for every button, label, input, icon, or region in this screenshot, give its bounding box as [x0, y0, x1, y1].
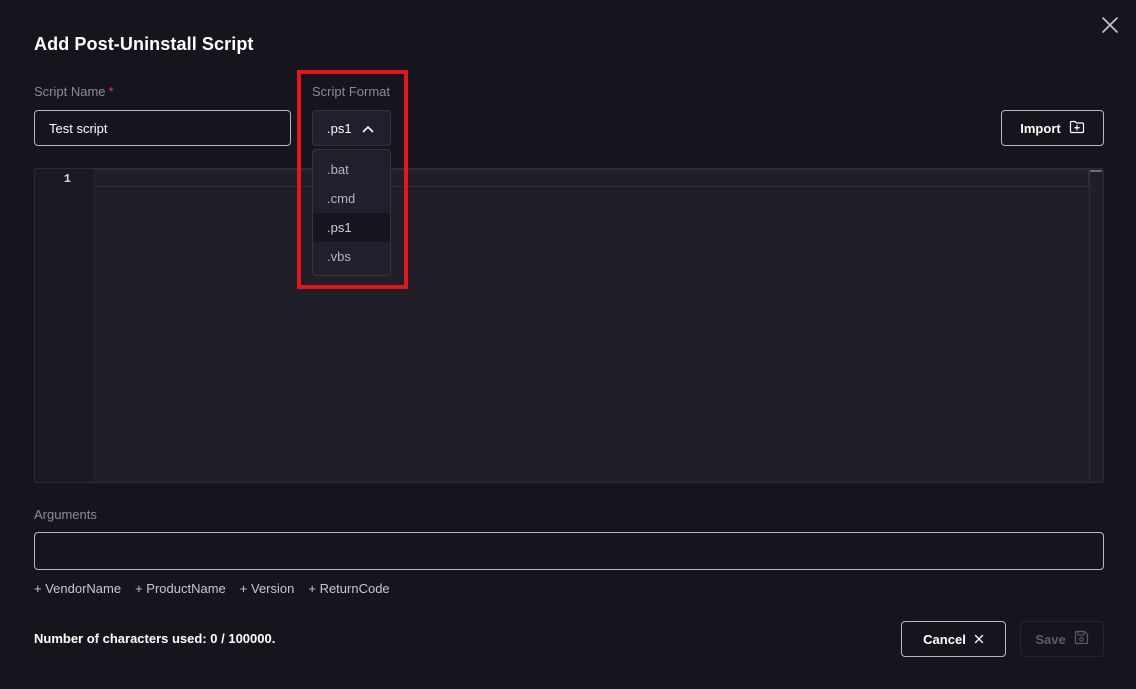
cancel-button[interactable]: Cancel [901, 621, 1006, 657]
chevron-up-icon [362, 121, 374, 136]
save-button-label: Save [1035, 631, 1066, 647]
script-format-label: Script Format [312, 84, 391, 99]
script-name-input[interactable] [34, 110, 291, 146]
import-button-label: Import [1020, 120, 1061, 136]
format-option-cmd[interactable]: .cmd [313, 184, 390, 213]
code-editor[interactable]: 1 [34, 168, 1104, 483]
save-icon [1074, 630, 1089, 648]
import-button[interactable]: Import [1001, 110, 1104, 146]
close-icon[interactable] [1100, 15, 1120, 35]
format-option-bat[interactable]: .bat [313, 155, 390, 184]
close-icon [974, 632, 984, 647]
add-script-dialog: Add Post-Uninstall Script Script Name* S… [0, 0, 1136, 689]
folder-plus-icon [1069, 120, 1085, 137]
line-number-gutter: 1 [35, 169, 93, 482]
editor-scrollbar[interactable] [1089, 169, 1103, 482]
arguments-input[interactable] [34, 532, 1104, 570]
script-name-label-text: Script Name [34, 84, 106, 99]
script-name-label: Script Name * [34, 84, 114, 99]
variable-chips: + VendorName + ProductName + Version + R… [34, 581, 390, 596]
variable-chip-version[interactable]: + Version [240, 581, 295, 596]
current-line-highlight [93, 169, 1089, 187]
format-option-vbs[interactable]: .vbs [313, 242, 390, 271]
variable-chip-returncode[interactable]: + ReturnCode [308, 581, 389, 596]
scrollbar-thumb[interactable] [1090, 170, 1102, 172]
variable-chip-productname[interactable]: + ProductName [135, 581, 226, 596]
script-format-dropdown: .bat .cmd .ps1 .vbs [312, 149, 391, 276]
variable-chip-vendorname[interactable]: + VendorName [34, 581, 121, 596]
required-mark: * [108, 84, 114, 99]
arguments-label: Arguments [34, 507, 97, 522]
cancel-button-label: Cancel [923, 631, 966, 647]
format-option-ps1[interactable]: .ps1 [313, 213, 390, 242]
dialog-title: Add Post-Uninstall Script [34, 34, 254, 54]
line-number: 1 [63, 172, 71, 186]
script-format-value: .ps1 [327, 120, 352, 136]
script-format-select[interactable]: .ps1 [312, 110, 391, 146]
save-button[interactable]: Save [1020, 621, 1104, 657]
character-count: Number of characters used: 0 / 100000. [34, 631, 276, 646]
